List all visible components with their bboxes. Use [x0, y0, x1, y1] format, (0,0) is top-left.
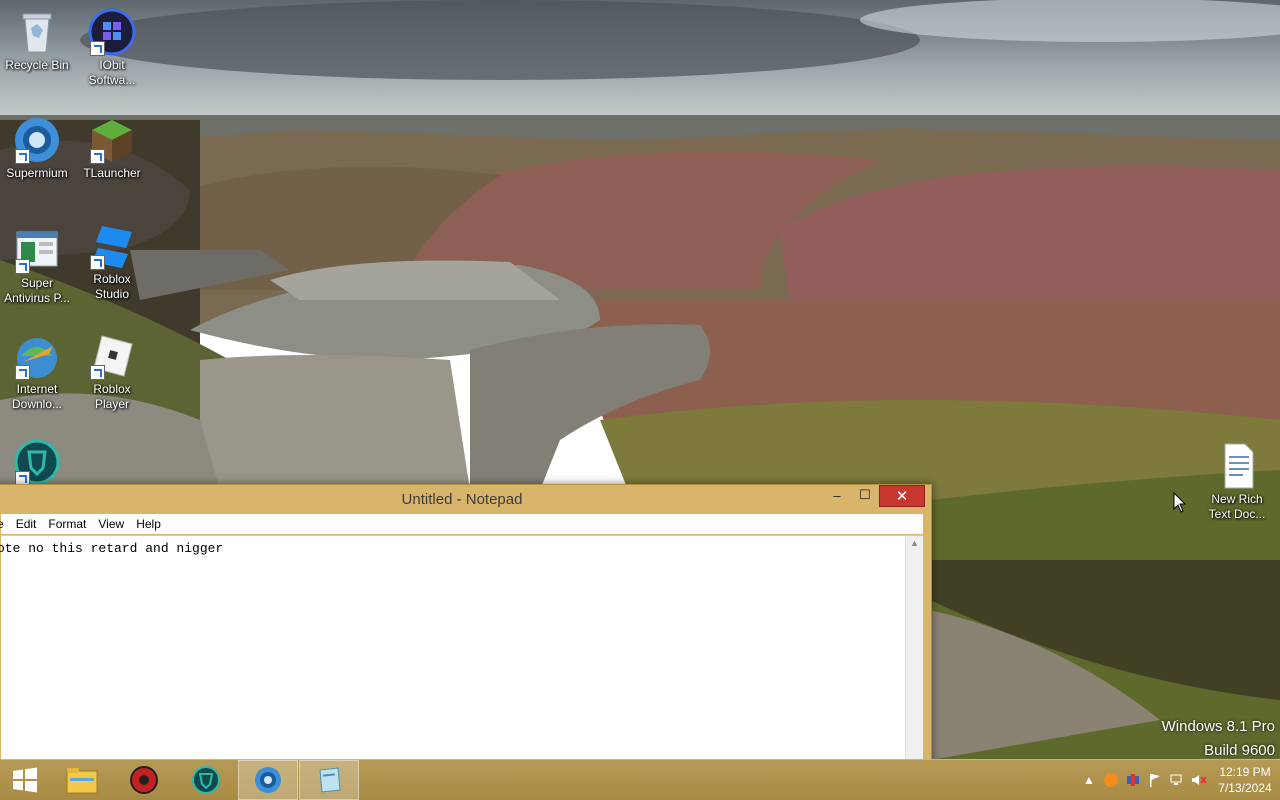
mouse-cursor-icon: [1173, 492, 1187, 513]
taskbar: ▲ 12:19 PM 7/13/2024: [0, 759, 1280, 800]
desktop-icon-label: Internet Downlo...: [11, 382, 63, 411]
desktop-icon-internet-download-manager[interactable]: Internet Downlo...: [0, 332, 74, 412]
antivirus-window-icon: [13, 226, 61, 274]
action-center-flag-icon[interactable]: [1144, 769, 1166, 791]
notepad-window[interactable]: Untitled - Notepad – ☐ ✕ e Edit Format V…: [0, 484, 932, 768]
desktop-icon-label: TLauncher: [83, 166, 141, 180]
desktop-icon-label: Super Antivirus P...: [4, 276, 70, 305]
desktop-icon-label: IObit Softwa...: [88, 58, 136, 87]
menu-view[interactable]: View: [92, 517, 130, 531]
shield-app-icon: [192, 766, 220, 794]
menu-edit[interactable]: Edit: [10, 517, 43, 531]
tray-app-blue-icon[interactable]: [1122, 769, 1144, 791]
desktop-icon-label: Roblox Studio: [93, 272, 131, 301]
menu-format[interactable]: Format: [42, 517, 92, 531]
taskbar-app-shield[interactable]: [176, 760, 236, 800]
start-button[interactable]: [0, 760, 50, 800]
show-hidden-icons-button[interactable]: ▲: [1078, 769, 1100, 791]
desktop-icon-tlauncher[interactable]: TLauncher: [75, 116, 149, 181]
roblox-studio-icon: [88, 222, 136, 270]
red-gear-icon: [130, 766, 158, 794]
vertical-scrollbar[interactable]: ▲: [905, 536, 923, 767]
desktop-icon-label: Recycle Bin: [5, 58, 69, 72]
menu-help[interactable]: Help: [130, 517, 167, 531]
editor-content[interactable]: ote no this retard and nigger: [0, 541, 903, 556]
iobit-icon: [88, 8, 136, 56]
volume-muted-icon[interactable]: [1188, 769, 1210, 791]
minimize-button[interactable]: –: [823, 485, 851, 505]
shortcut-arrow-icon: [15, 259, 30, 274]
shortcut-arrow-icon: [90, 41, 105, 56]
clock-date: 7/13/2024: [1218, 781, 1272, 795]
desktop-icon-iobit[interactable]: IObit Softwa...: [75, 8, 149, 88]
window-title: Untitled - Notepad: [401, 491, 523, 508]
idm-globe-icon: [13, 332, 61, 380]
taskbar-file-explorer[interactable]: [52, 760, 112, 800]
desktop-icon-label: Roblox Player: [93, 382, 131, 411]
rich-text-document-icon: [1213, 442, 1261, 490]
shortcut-arrow-icon: [15, 149, 30, 164]
supermium-icon: [255, 767, 281, 793]
notepad-icon: [319, 767, 341, 793]
notepad-titlebar[interactable]: Untitled - Notepad – ☐ ✕: [0, 485, 931, 514]
desktop-icon-shield-app[interactable]: [0, 438, 74, 488]
shortcut-arrow-icon: [90, 365, 105, 380]
windows-edition: Windows 8.1 Pro: [1161, 718, 1275, 735]
shield-app-icon: [13, 438, 61, 486]
desktop-icon-label: New Rich Text Doc...: [1208, 492, 1266, 521]
folder-icon: [66, 768, 98, 794]
taskbar-clock[interactable]: 12:19 PM 7/13/2024: [1210, 764, 1280, 796]
desktop-icon-roblox-player[interactable]: Roblox Player: [75, 332, 149, 412]
supermium-icon: [13, 116, 61, 164]
maximize-button[interactable]: ☐: [851, 485, 879, 505]
shortcut-arrow-icon: [90, 255, 105, 270]
scroll-up-icon[interactable]: ▲: [910, 538, 919, 548]
roblox-player-icon: [88, 332, 136, 380]
window-controls: – ☐ ✕: [823, 485, 925, 507]
menu-file[interactable]: e: [0, 517, 10, 531]
windows-logo-icon: [13, 767, 37, 793]
shortcut-arrow-icon: [15, 365, 30, 380]
desktop-icon-label: Supermium: [6, 166, 68, 180]
network-icon[interactable]: [1166, 769, 1188, 791]
desktop-icon-recycle-bin[interactable]: Recycle Bin: [0, 8, 74, 73]
recycle-bin-icon: [13, 8, 61, 56]
tray-app-orange-icon[interactable]: [1100, 769, 1122, 791]
system-tray: ▲ 12:19 PM 7/13/2024: [1078, 760, 1280, 800]
taskbar-app-red[interactable]: [114, 760, 174, 800]
menu-bar: e Edit Format View Help: [0, 514, 923, 534]
clock-time: 12:19 PM: [1219, 765, 1271, 779]
shortcut-arrow-icon: [90, 149, 105, 164]
taskbar-notepad[interactable]: [299, 760, 359, 800]
desktop-icon-roblox-studio[interactable]: Roblox Studio: [75, 222, 149, 302]
tlauncher-icon: [88, 116, 136, 164]
desktop-icon-super-antivirus[interactable]: Super Antivirus P...: [0, 226, 74, 306]
text-editor-area[interactable]: ote no this retard and nigger ▲: [0, 535, 923, 767]
taskbar-supermium[interactable]: [238, 760, 298, 800]
close-button[interactable]: ✕: [879, 485, 925, 507]
desktop-icon-new-rich-text[interactable]: New Rich Text Doc...: [1200, 442, 1274, 522]
windows-build-watermark: Windows 8.1 Pro Build 9600: [1162, 715, 1275, 763]
desktop-icon-supermium[interactable]: Supermium: [0, 116, 74, 181]
